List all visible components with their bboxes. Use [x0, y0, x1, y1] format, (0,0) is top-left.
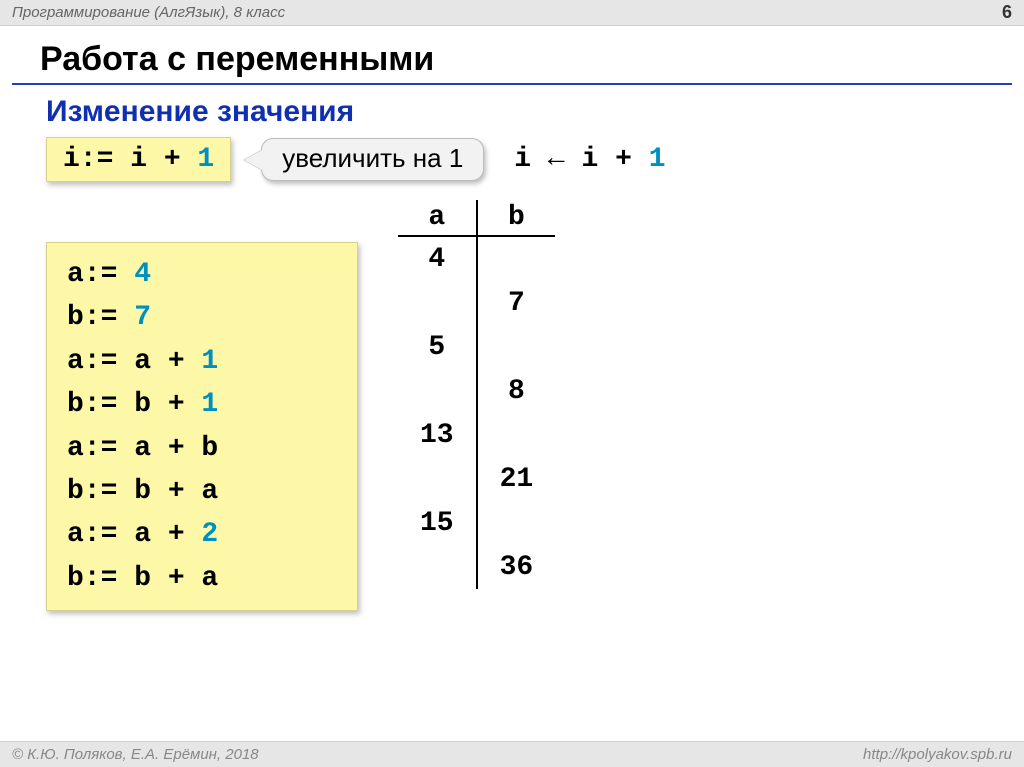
numeric-literal: 2	[201, 519, 218, 550]
table-row: 7	[398, 281, 555, 325]
numeric-literal: 1	[201, 346, 218, 377]
example-row: i:= i + 1 увеличить на 1 i ← i + 1	[46, 137, 1024, 182]
code-text: a:= a +	[67, 519, 201, 550]
code-text: a:= a +	[67, 346, 201, 377]
code-text: b:= b + a	[67, 563, 218, 594]
footer-url: http://kpolyakov.spb.ru	[863, 746, 1012, 763]
cell-b: 21	[477, 457, 556, 501]
cell-b	[477, 236, 556, 281]
table-row: 13	[398, 413, 555, 457]
cell-a	[398, 369, 477, 413]
slide-footer: © К.Ю. Поляков, Е.А. Ерёмин, 2018 http:/…	[0, 741, 1024, 767]
callout-text: увеличить на 1	[282, 143, 463, 173]
code-line: b:= b + a	[67, 470, 337, 513]
pseudocode-expression: i ← i + 1	[514, 144, 665, 175]
table-row: 36	[398, 545, 555, 589]
cell-b: 36	[477, 545, 556, 589]
code-line: a:= a + b	[67, 427, 337, 470]
cell-b: 8	[477, 369, 556, 413]
title-underline	[12, 83, 1012, 85]
code-text: i:= i +	[63, 144, 197, 175]
code-line: b:= b + 1	[67, 383, 337, 426]
code-line: b:= 7	[67, 296, 337, 339]
cell-a: 4	[398, 236, 477, 281]
code-text: b:= b + a	[67, 476, 218, 507]
trace-row: a:= 4b:= 7a:= a + 1b:= b + 1a:= a + bb:=…	[46, 200, 1024, 611]
cell-a: 15	[398, 501, 477, 545]
numeric-literal: 1	[649, 144, 666, 175]
table-header-b: b	[477, 200, 556, 236]
course-title: Программирование (АлгЯзык), 8 класс	[12, 4, 285, 21]
code-block: a:= 4b:= 7a:= a + 1b:= b + 1a:= a + bb:=…	[46, 242, 358, 611]
example-code-box: i:= i + 1	[46, 137, 231, 182]
pseudo-text: i ← i +	[514, 144, 648, 175]
cell-b: 7	[477, 281, 556, 325]
cell-b	[477, 501, 556, 545]
cell-a: 13	[398, 413, 477, 457]
numeric-literal: 4	[134, 259, 151, 290]
table-row: 8	[398, 369, 555, 413]
numeric-literal: 1	[201, 389, 218, 420]
code-line: a:= a + 2	[67, 513, 337, 556]
cell-a: 5	[398, 325, 477, 369]
cell-a	[398, 545, 477, 589]
page-number: 6	[1002, 2, 1012, 23]
table-row: 21	[398, 457, 555, 501]
table-header-a: a	[398, 200, 477, 236]
code-line: a:= a + 1	[67, 340, 337, 383]
section-title: Изменение значения	[46, 95, 1024, 129]
code-text: b:=	[67, 302, 134, 333]
slide-header: Программирование (АлгЯзык), 8 класс 6	[0, 0, 1024, 26]
cell-a	[398, 457, 477, 501]
cell-a	[398, 281, 477, 325]
table-row: 15	[398, 501, 555, 545]
table-row: 5	[398, 325, 555, 369]
trace-table: a b 475813211536	[398, 200, 555, 589]
numeric-literal: 1	[197, 144, 214, 175]
code-line: b:= b + a	[67, 557, 337, 600]
code-line: a:= 4	[67, 253, 337, 296]
cell-b	[477, 325, 556, 369]
code-text: a:= a + b	[67, 433, 218, 464]
numeric-literal: 7	[134, 302, 151, 333]
copyright-text: © К.Ю. Поляков, Е.А. Ерёмин, 2018	[12, 746, 259, 763]
page-title: Работа с переменными	[40, 40, 1024, 79]
table-row: 4	[398, 236, 555, 281]
code-text: a:=	[67, 259, 134, 290]
cell-b	[477, 413, 556, 457]
callout-bubble: увеличить на 1	[261, 138, 484, 181]
content-area: i:= i + 1 увеличить на 1 i ← i + 1 a:= 4…	[46, 137, 1024, 611]
code-text: b:= b +	[67, 389, 201, 420]
